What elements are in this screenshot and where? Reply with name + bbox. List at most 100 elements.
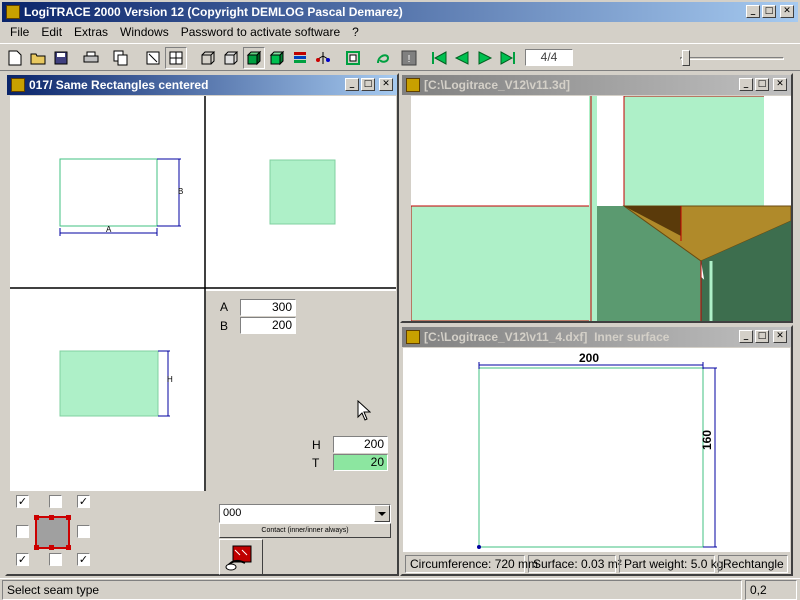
close-button[interactable]: ✕ bbox=[773, 330, 787, 343]
seam-checkbox-top-right[interactable]: ✓ bbox=[77, 495, 90, 508]
part-outline bbox=[478, 367, 704, 548]
param-a-label: A bbox=[220, 300, 229, 314]
circumference-readout: Circumference: 720 mm bbox=[405, 555, 538, 573]
menu-password[interactable]: Password to activate software bbox=[175, 25, 346, 39]
window-dxf-titlebar[interactable]: [C:\Logitrace_V12\v11_4.dxf] Inner surfa… bbox=[402, 327, 791, 347]
box-filled-icon[interactable] bbox=[243, 47, 265, 69]
open-icon[interactable] bbox=[27, 47, 49, 69]
first-icon[interactable] bbox=[428, 47, 450, 69]
svg-text:!: ! bbox=[408, 54, 411, 65]
param-b-input[interactable]: 200 bbox=[240, 317, 296, 334]
minimize-button[interactable]: _ bbox=[746, 5, 760, 18]
maximize-button[interactable]: □ bbox=[361, 78, 375, 91]
seam-checkbox-middle-right[interactable] bbox=[77, 525, 90, 538]
window-3d: [C:\Logitrace_V12\v11.3d] _ □ ✕ bbox=[400, 73, 793, 323]
toolbar: ! 4/4 bbox=[0, 43, 800, 71]
mouse-cursor-icon bbox=[357, 400, 371, 421]
tree-icon[interactable] bbox=[312, 47, 334, 69]
seam-checkbox-middle-left[interactable] bbox=[16, 525, 29, 538]
box-icon[interactable] bbox=[197, 47, 219, 69]
height-dimension-label: 160 bbox=[700, 429, 714, 450]
copy-icon[interactable] bbox=[110, 47, 132, 69]
bottom-view-rect bbox=[59, 350, 159, 417]
seam-apply-button[interactable] bbox=[219, 539, 263, 575]
app-logo-icon bbox=[6, 5, 20, 19]
prev-icon[interactable] bbox=[451, 47, 473, 69]
minimize-button[interactable]: _ bbox=[739, 330, 753, 343]
window-icon bbox=[406, 78, 420, 92]
part-weight-readout: Part weight: 5.0 kg bbox=[619, 555, 723, 573]
dim-h-label: H bbox=[167, 375, 173, 384]
maximize-button[interactable]: □ bbox=[762, 5, 776, 18]
param-t-label: T bbox=[312, 456, 320, 470]
window-icon bbox=[11, 78, 25, 92]
layout-icon[interactable] bbox=[165, 47, 187, 69]
menu-edit[interactable]: Edit bbox=[35, 25, 68, 39]
3d-view[interactable] bbox=[411, 96, 791, 321]
minimize-button[interactable]: _ bbox=[345, 78, 359, 91]
zoom-slider-thumb[interactable] bbox=[682, 50, 690, 66]
window-icon bbox=[406, 330, 420, 344]
zoom-slider[interactable] bbox=[680, 48, 784, 68]
flags-icon[interactable] bbox=[289, 47, 311, 69]
dxf-view[interactable]: 200 160 bbox=[403, 348, 790, 552]
window-3d-titlebar[interactable]: [C:\Logitrace_V12\v11.3d] _ □ ✕ bbox=[402, 75, 791, 95]
page-icon[interactable] bbox=[142, 47, 164, 69]
window-main: 017/ Same Rectangles centered _ □ ✕ A B … bbox=[5, 73, 399, 576]
param-b-label: B bbox=[220, 319, 229, 333]
seam-type-value: 000 bbox=[223, 507, 242, 519]
close-button[interactable]: ✕ bbox=[773, 78, 787, 91]
param-h-label: H bbox=[312, 438, 321, 452]
status-value: 0,2 bbox=[745, 580, 797, 600]
minimize-button[interactable]: _ bbox=[739, 78, 753, 91]
front-view-rect bbox=[59, 158, 158, 227]
window-3d-title: [C:\Logitrace_V12\v11.3d] bbox=[424, 78, 571, 92]
seam-tool-icon bbox=[225, 545, 252, 571]
app-titlebar[interactable]: LogiTRACE 2000 Version 12 (Copyright DEM… bbox=[2, 2, 798, 22]
dim-b-label: B bbox=[178, 187, 184, 196]
menu-extras[interactable]: Extras bbox=[68, 25, 114, 39]
next-icon[interactable] bbox=[474, 47, 496, 69]
side-view-rect bbox=[269, 159, 336, 225]
close-button[interactable]: ✕ bbox=[780, 5, 794, 18]
param-panel: A 300 B 200 H 200 T 20 bbox=[206, 291, 396, 491]
last-icon[interactable] bbox=[497, 47, 519, 69]
lasso-icon[interactable] bbox=[372, 47, 394, 69]
param-t-input[interactable]: 20 bbox=[333, 454, 388, 471]
seam-checkbox-top-middle[interactable] bbox=[49, 495, 62, 508]
page-indicator: 4/4 bbox=[525, 49, 573, 66]
contact-button[interactable]: Contact (inner/inner always) bbox=[219, 523, 391, 538]
window-main-title: 017/ Same Rectangles centered bbox=[29, 78, 209, 92]
maximize-button[interactable]: □ bbox=[755, 78, 769, 91]
frame-icon[interactable] bbox=[342, 47, 364, 69]
save-icon[interactable] bbox=[50, 47, 72, 69]
param-a-input[interactable]: 300 bbox=[240, 299, 296, 316]
status-message: Select seam type bbox=[2, 580, 742, 600]
menu-help[interactable]: ? bbox=[346, 25, 365, 39]
window-dxf: [C:\Logitrace_V12\v11_4.dxf] Inner surfa… bbox=[400, 325, 793, 576]
window-dxf-title: [C:\Logitrace_V12\v11_4.dxf] Inner surfa… bbox=[424, 330, 670, 344]
maximize-button[interactable]: □ bbox=[755, 330, 769, 343]
width-dimension-label: 200 bbox=[579, 351, 600, 365]
cube-green-icon[interactable] bbox=[266, 47, 288, 69]
box-outline-icon[interactable] bbox=[220, 47, 242, 69]
menu-windows[interactable]: Windows bbox=[114, 25, 175, 39]
seam-checkbox-bottom-right[interactable]: ✓ bbox=[77, 553, 90, 566]
seam-checkbox-bottom-left[interactable]: ✓ bbox=[16, 553, 29, 566]
seam-checkbox-top-left[interactable]: ✓ bbox=[16, 495, 29, 508]
window-main-titlebar[interactable]: 017/ Same Rectangles centered _ □ ✕ bbox=[7, 75, 397, 95]
menu-file[interactable]: File bbox=[4, 25, 35, 39]
seam-checkbox-bottom-middle[interactable] bbox=[49, 553, 62, 566]
dxf-info-bar: Circumference: 720 mm Surface: 0.03 m² P… bbox=[403, 553, 790, 574]
shape-readout: Rechtangle bbox=[718, 555, 788, 573]
param-h-input[interactable]: 200 bbox=[333, 436, 388, 453]
surface-readout: Surface: 0.03 m² bbox=[528, 555, 622, 573]
new-icon[interactable] bbox=[4, 47, 26, 69]
print-icon[interactable] bbox=[80, 47, 102, 69]
seam-type-select[interactable]: 000 bbox=[219, 504, 391, 523]
dim-a-label: A bbox=[106, 225, 112, 234]
app-title: LogiTRACE 2000 Version 12 (Copyright DEM… bbox=[24, 5, 403, 19]
chevron-down-icon[interactable] bbox=[374, 505, 390, 522]
close-button[interactable]: ✕ bbox=[379, 78, 393, 91]
info-icon[interactable]: ! bbox=[398, 47, 420, 69]
